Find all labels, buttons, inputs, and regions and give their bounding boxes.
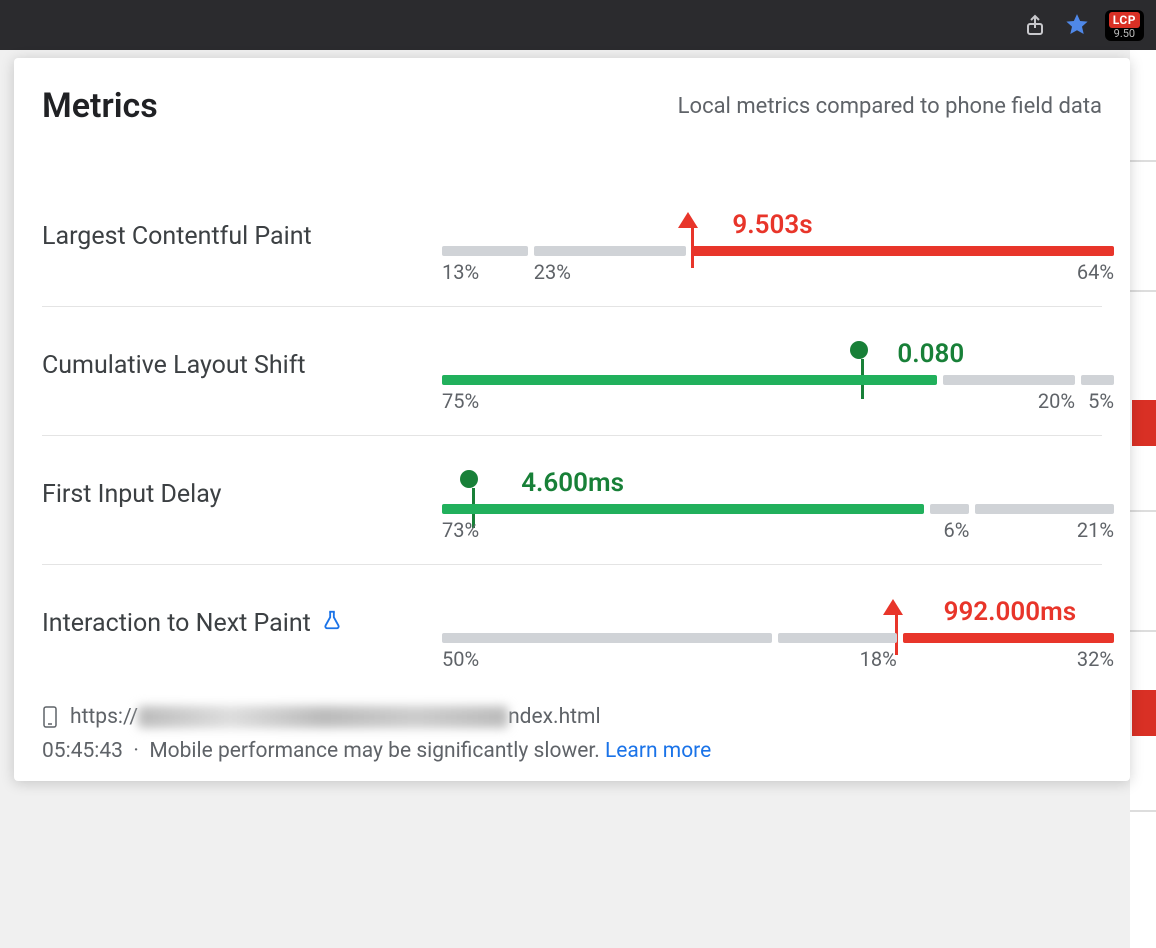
metric-row: Largest Contentful Paint9.503s13%23%64%: [42, 178, 1102, 307]
metric-chart: 992.000ms50%18%32%: [442, 591, 1102, 671]
distribution-label: 6%: [930, 518, 970, 542]
distribution-label: 50%: [442, 647, 772, 671]
panel-title: Metrics: [42, 86, 158, 126]
metric-value: 9.503s: [732, 210, 812, 240]
footer-note: Mobile performance may be significantly …: [149, 739, 599, 763]
metric-value: 992.000ms: [944, 597, 1076, 627]
distribution-bar: [534, 246, 686, 256]
panel-footer: https:// ndex.html 05:45:43 · Mobile perf…: [42, 705, 1102, 763]
metric-value: 0.080: [897, 339, 964, 369]
metric-name: Interaction to Next Paint: [42, 591, 442, 638]
share-icon[interactable]: [1021, 11, 1049, 39]
lcp-badge-value: 9.50: [1114, 28, 1135, 40]
footer-url: https:// ndex.html: [42, 705, 1102, 729]
distribution-bar: [442, 633, 772, 643]
url-suffix: ndex.html: [508, 705, 601, 729]
metric-chart: 0.08075%20%5%: [442, 333, 1102, 413]
background-page-strip: [1130, 50, 1156, 948]
distribution-label: 20%: [943, 389, 1075, 413]
distribution-bar: [442, 504, 924, 514]
distribution-bar: [692, 246, 1114, 256]
distribution-label: 64%: [692, 260, 1114, 284]
distribution-bar: [930, 504, 970, 514]
distribution-bar: [442, 246, 528, 256]
panel-header: Metrics Local metrics compared to phone …: [42, 86, 1102, 126]
metric-row: First Input Delay4.600ms73%6%21%: [42, 436, 1102, 565]
metric-value: 4.600ms: [521, 468, 624, 498]
metric-name: Cumulative Layout Shift: [42, 333, 442, 380]
lcp-badge-label: LCP: [1109, 12, 1140, 28]
distribution-label: 5%: [1081, 389, 1114, 413]
metric-name: First Input Delay: [42, 462, 442, 509]
distribution-label: 21%: [975, 518, 1114, 542]
metric-name: Largest Contentful Paint: [42, 204, 442, 251]
panel-subtitle: Local metrics compared to phone field da…: [678, 94, 1102, 119]
metric-row: Cumulative Layout Shift0.08075%20%5%: [42, 307, 1102, 436]
distribution-label: 73%: [442, 518, 924, 542]
browser-toolbar: LCP 9.50: [0, 0, 1156, 50]
lcp-extension-badge[interactable]: LCP 9.50: [1105, 10, 1144, 41]
distribution-label: 23%: [534, 260, 686, 284]
footer-note-row: 05:45:43 · Mobile performance may be sig…: [42, 739, 1102, 763]
phone-icon: [42, 705, 58, 729]
distribution-label: 18%: [778, 647, 897, 671]
distribution-bar: [778, 633, 897, 643]
flask-icon: [321, 609, 343, 638]
metric-chart: 4.600ms73%6%21%: [442, 462, 1102, 542]
learn-more-link[interactable]: Learn more: [605, 739, 711, 763]
distribution-label: 32%: [903, 647, 1114, 671]
distribution-bar: [442, 375, 937, 385]
distribution-bar: [943, 375, 1075, 385]
distribution-bar: [1081, 375, 1114, 385]
bookmark-star-icon[interactable]: [1063, 11, 1091, 39]
distribution-bar: [903, 633, 1114, 643]
distribution-label: 13%: [442, 260, 528, 284]
metrics-panel: Metrics Local metrics compared to phone …: [14, 58, 1130, 781]
url-blurred: [138, 706, 508, 728]
footer-time: 05:45:43: [42, 739, 123, 763]
distribution-bar: [975, 504, 1114, 514]
url-prefix: https://: [70, 705, 138, 729]
distribution-label: 75%: [442, 389, 937, 413]
metric-chart: 9.503s13%23%64%: [442, 204, 1102, 284]
metric-row: Interaction to Next Paint 992.000ms 50%18%…: [42, 565, 1102, 693]
